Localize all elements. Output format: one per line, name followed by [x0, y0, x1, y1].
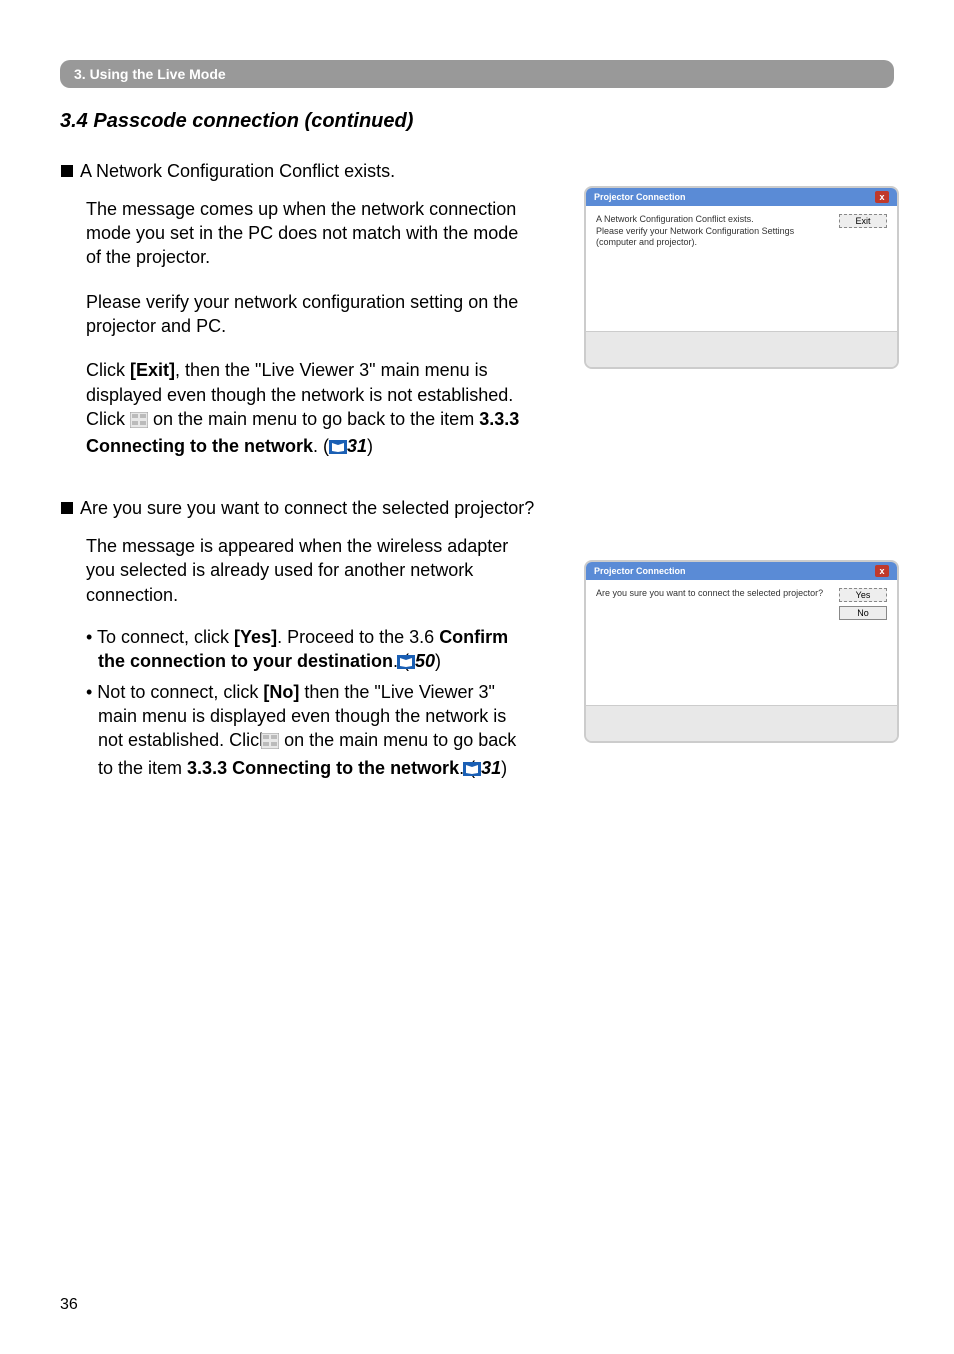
dialog-message: A Network Configuration Conflict exists.…	[596, 214, 831, 323]
text: )	[501, 758, 507, 778]
text: on the main menu to go back to the item	[148, 409, 479, 429]
paragraph: The message comes up when the network co…	[86, 197, 536, 270]
no-label: [No]	[263, 682, 299, 702]
page-number: 36	[60, 1296, 78, 1314]
exit-button[interactable]: Exit	[839, 214, 887, 228]
page-heading: 3.4 Passcode connection (continued)	[60, 110, 894, 133]
ref-label: 3.3.3 Connecting to the network	[187, 758, 459, 778]
dialog-footer	[586, 705, 897, 741]
page-ref: 31	[481, 758, 501, 778]
square-bullet-icon	[60, 499, 74, 520]
text: • Not to connect, click	[86, 682, 263, 702]
bullet-heading: A Network Configuration Conflict exists.	[60, 161, 894, 183]
paragraph: Please verify your network configuration…	[86, 290, 536, 339]
dialog-title-bar: Projector Connection x	[586, 188, 897, 206]
list-item: • To connect, click [Yes]. Proceed to th…	[86, 625, 536, 676]
yes-button[interactable]: Yes	[839, 588, 887, 602]
exit-label: [Exit]	[130, 360, 175, 380]
close-icon[interactable]: x	[875, 565, 889, 577]
section-bar: 3. Using the Live Mode	[60, 60, 894, 88]
paragraph: The message is appeared when the wireles…	[86, 534, 536, 607]
book-ref-icon	[329, 436, 347, 460]
text: • To connect, click	[86, 627, 234, 647]
page-ref: 31	[347, 436, 367, 456]
text: Click	[86, 360, 130, 380]
dialog-body: A Network Configuration Conflict exists.…	[586, 206, 897, 331]
dialog-conflict: Projector Connection x A Network Configu…	[584, 186, 899, 369]
close-icon[interactable]: x	[875, 191, 889, 203]
dialog-title-text: Projector Connection	[594, 566, 686, 576]
dialog-confirm: Projector Connection x Are you sure you …	[584, 560, 899, 743]
bullet-heading: Are you sure you want to connect the sel…	[60, 498, 894, 520]
bullet-text: A Network Configuration Conflict exists.	[80, 161, 395, 181]
dialog-title-text: Projector Connection	[594, 192, 686, 202]
text: )	[367, 436, 373, 456]
text: . (	[313, 436, 329, 456]
text: . Proceed to the 3.6	[277, 627, 439, 647]
bullet-text: Are you sure you want to connect the sel…	[80, 498, 534, 518]
no-button[interactable]: No	[839, 606, 887, 620]
square-bullet-icon	[60, 162, 74, 183]
dialog-message: Are you sure you want to connect the sel…	[596, 588, 831, 697]
dialog-title-bar: Projector Connection x	[586, 562, 897, 580]
dialog-footer	[586, 331, 897, 367]
text: )	[435, 651, 441, 671]
page-ref: 50	[415, 651, 435, 671]
paragraph: Click [Exit], then the "Live Viewer 3" m…	[86, 358, 536, 460]
list-item: • Not to connect, click [No] then the "L…	[86, 680, 536, 782]
yes-label: [Yes]	[234, 627, 277, 647]
dialog-body: Are you sure you want to connect the sel…	[586, 580, 897, 705]
connect-settings-icon	[130, 410, 148, 434]
